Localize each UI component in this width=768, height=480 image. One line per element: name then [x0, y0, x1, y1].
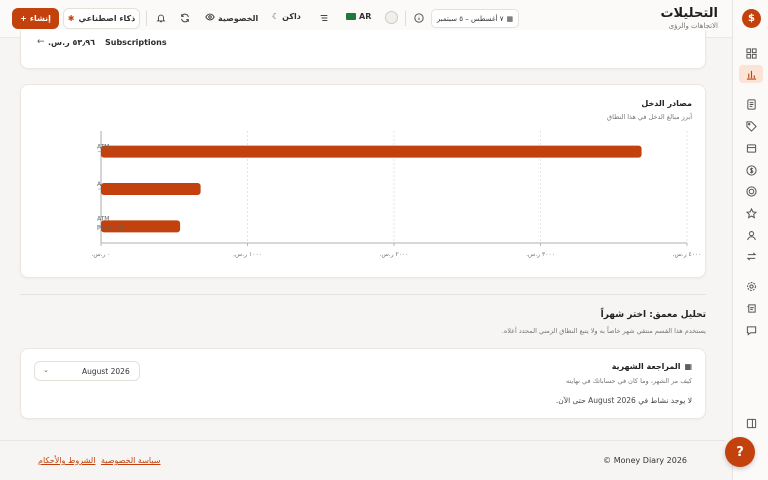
theme-toggle[interactable]: داكن ☾: [272, 12, 301, 21]
create-button-label: إنشاء: [29, 14, 51, 23]
transfer-icon[interactable]: [739, 247, 763, 265]
sparkle-icon: ✱: [67, 14, 75, 23]
y-tick-label: ATM ...: [97, 144, 117, 151]
monthly-review-card: ▦ المراجعة الشهرية كيف مر الشهر، وما كان…: [20, 348, 706, 419]
privacy-toggle[interactable]: الخصوصية: [205, 12, 258, 24]
report-icon[interactable]: [739, 95, 763, 113]
monthly-review-title: المراجعة الشهرية: [611, 362, 681, 371]
help-button[interactable]: ?: [725, 437, 755, 467]
language-switcher[interactable]: AR: [346, 12, 371, 21]
deep-dive-subtitle: يستخدم هذا القسم منتقي شهر خاصاً به ولا …: [501, 327, 706, 335]
analytics-icon[interactable]: [739, 65, 763, 83]
refresh-icon[interactable]: [177, 10, 193, 26]
page-title: التحليلات: [660, 6, 718, 21]
status-toggle[interactable]: [385, 11, 398, 24]
plus-icon: +: [20, 14, 27, 23]
ai-button-label: ذكاء اصطناعي: [78, 14, 136, 23]
privacy-label: الخصوصية: [218, 13, 259, 23]
target-icon[interactable]: [739, 182, 763, 200]
month-select-value: August 2026: [82, 367, 130, 376]
settings-icon[interactable]: [739, 277, 763, 295]
theme-label: داكن: [282, 12, 301, 21]
x-tick-label: ٢٠٠٠ ر.س.: [380, 251, 409, 258]
app-logo[interactable]: $: [742, 9, 761, 28]
income-bar-chart: ٠ ر.س. ١٠٠٠ ر.س. ٢٠٠٠ ر.س. ٣٠٠٠ ر.س. ٤٠٠٠ ر.…: [91, 131, 702, 258]
monthly-review-subtitle: كيف مر الشهر، وما كان في حساباتك في نهاي…: [565, 377, 692, 385]
date-range-picker[interactable]: ▦ ٧ أغسطس – ٥ سبتمبر: [431, 9, 519, 28]
y-tick-label: petty cash: [97, 223, 129, 230]
eye-icon: [205, 12, 215, 24]
subscription-name: Subscriptions: [105, 38, 167, 47]
sidebar: $: [732, 0, 768, 480]
calendar-icon: ▦: [684, 362, 692, 371]
bell-icon[interactable]: [153, 10, 169, 26]
empty-state-text: لا يوجد نشاط في August 2026 حتى الآن.: [555, 396, 692, 405]
star-icon[interactable]: [739, 204, 763, 222]
panel-icon[interactable]: [739, 414, 763, 432]
help-icon: ?: [736, 444, 744, 460]
y-tick-label: ATM: [97, 215, 109, 222]
menu-lines-icon[interactable]: [316, 10, 332, 26]
arrow-left-icon[interactable]: ←: [37, 37, 45, 47]
moon-icon: ☾: [272, 12, 280, 21]
bar: [101, 145, 642, 158]
footer: © Money Diary 2026 سياسة الخصوصية الشروط…: [0, 440, 725, 480]
copyright-text: © Money Diary 2026: [603, 456, 687, 465]
message-icon[interactable]: [739, 321, 763, 339]
x-tick-label: ٠ ر.س.: [91, 251, 110, 258]
subscriptions-card[interactable]: Subscriptions ٥٣٫٩٦ ر.س. ←: [20, 30, 706, 69]
subscription-amount: ٥٣٫٩٦ ر.س.: [48, 38, 96, 47]
flag-icon: [346, 13, 356, 20]
dashboard-icon[interactable]: [739, 44, 763, 62]
income-sources-card: مصادر الدخل أبرز مبالغ الدخل في هذا النط…: [20, 84, 706, 278]
dollar-icon[interactable]: [739, 161, 763, 179]
tag-icon[interactable]: [739, 117, 763, 135]
calendar-icon: ▦: [506, 14, 514, 23]
y-tick-label: A...: [97, 181, 107, 188]
scroll-icon[interactable]: [739, 299, 763, 317]
date-range-label: ٧ أغسطس – ٥ سبتمبر: [436, 14, 504, 23]
page-subtitle: الاتجاهات والرؤى: [668, 22, 718, 30]
info-icon[interactable]: [411, 10, 427, 26]
bar: [101, 183, 201, 195]
privacy-policy-link[interactable]: سياسة الخصوصية: [101, 456, 160, 465]
month-select[interactable]: ⌄ August 2026: [34, 361, 140, 381]
x-tick-label: ٣٠٠٠ ر.س.: [526, 251, 555, 258]
x-tick-label: ٤٠٠٠ ر.س.: [673, 251, 702, 258]
ai-button[interactable]: ذكاء اصطناعي ✱: [63, 8, 140, 29]
deep-dive-title: تحليل معمق: اختر شهراً: [600, 310, 706, 320]
create-button[interactable]: إنشاء +: [12, 8, 59, 29]
divider: [146, 11, 147, 26]
monthly-review-heading: ▦ المراجعة الشهرية: [612, 362, 692, 371]
user-icon[interactable]: [739, 226, 763, 244]
terms-link[interactable]: الشروط والأحكام: [38, 456, 95, 465]
language-label: AR: [359, 12, 372, 21]
box-icon[interactable]: [739, 139, 763, 157]
chevron-down-icon: ⌄: [43, 366, 49, 374]
divider: [405, 11, 406, 26]
section-divider: [20, 294, 706, 295]
x-tick-label: ١٠٠٠ ر.س.: [233, 251, 262, 258]
